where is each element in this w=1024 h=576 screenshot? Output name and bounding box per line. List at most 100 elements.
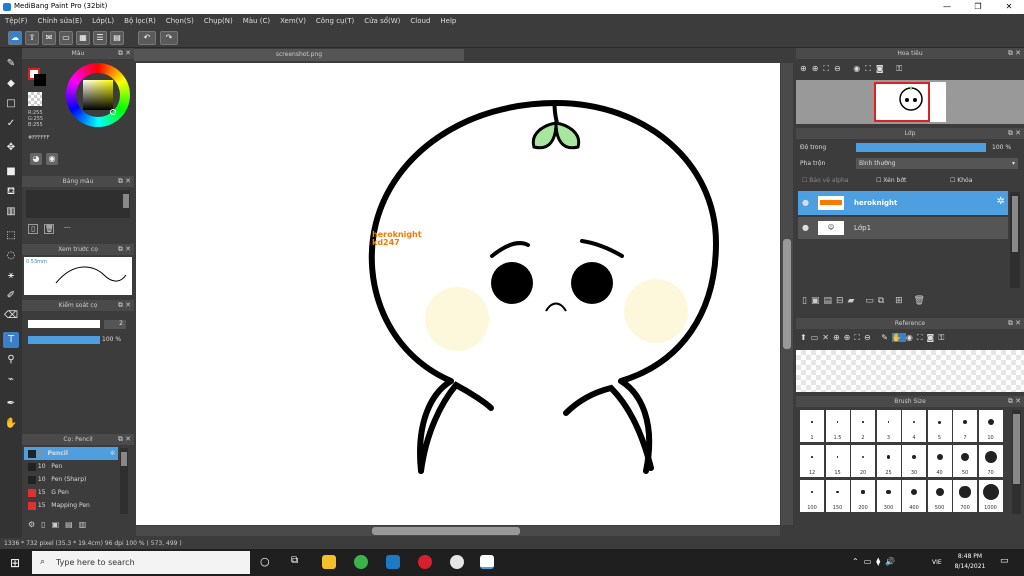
panel-icon[interactable]: ▤ — [110, 31, 124, 45]
brush-item[interactable]: 15 Mapping Pen — [24, 499, 118, 512]
menu-color[interactable]: Màu (C) — [238, 14, 275, 28]
layer-row[interactable]: ● heroknight ✲ — [798, 191, 1008, 215]
eyedropper-icon[interactable]: ⌁ — [3, 372, 19, 388]
brush-size-cell[interactable]: 1000 — [978, 480, 1003, 512]
brush-size-cell[interactable]: 4 — [902, 410, 926, 442]
delete-palette-icon[interactable]: 🗑 — [44, 224, 54, 234]
brush-size-scrollbar[interactable] — [1012, 410, 1021, 514]
cortana-icon[interactable]: ○ — [260, 555, 274, 569]
shape-fill-icon[interactable]: ■ — [3, 164, 19, 180]
navigator-view[interactable] — [796, 80, 1024, 124]
notification-icon[interactable]: ▭ — [1000, 556, 1009, 566]
brush-size-cell[interactable]: 700 — [953, 480, 977, 512]
move-tool-icon[interactable]: ✥ — [3, 140, 19, 156]
reference-tools[interactable]: ⬆▭✕⊕⊕⛶⊖ ✎✋◉⛶◙⚿ — [800, 333, 948, 343]
brush-size-cell[interactable]: 70 — [978, 445, 1003, 477]
brush-item[interactable]: 2 Pencil ✲ — [24, 447, 118, 460]
brush-size-cell[interactable]: 25 — [876, 445, 901, 477]
dropper-icon[interactable]: ✒ — [3, 396, 19, 412]
brush-item[interactable]: 10 Pen (Sharp) — [24, 473, 118, 486]
mail-icon[interactable] — [386, 555, 400, 569]
new-palette-icon[interactable]: ▯ — [28, 224, 38, 234]
drawing-canvas[interactable]: heroknight kd247 — [136, 63, 780, 525]
coccoc-icon[interactable] — [354, 555, 368, 569]
brush-size-cell[interactable]: 50 — [953, 445, 977, 477]
palette-scrollbar[interactable] — [122, 190, 130, 218]
undo-icon[interactable]: ↶ — [138, 31, 156, 45]
menu-window[interactable]: Cửa sổ(W) — [359, 14, 405, 28]
store-icon[interactable] — [322, 555, 336, 569]
list-icon[interactable]: ☰ — [93, 31, 107, 45]
layer-row[interactable]: ● ☺ Lớp1 — [798, 217, 1008, 239]
eye-icon[interactable]: ● — [802, 198, 809, 207]
grid-icon[interactable]: ▦ — [76, 31, 90, 45]
color-cursor[interactable] — [110, 109, 116, 115]
gear-icon[interactable]: ✲ — [110, 447, 115, 460]
gear-icon[interactable]: ✲ — [997, 196, 1005, 207]
protect-alpha-checkbox[interactable]: ☐ Bảo vệ alpha — [802, 177, 848, 184]
medibang-taskbar-icon[interactable] — [480, 555, 494, 569]
brush-size-cell[interactable]: 12 — [800, 445, 824, 477]
menu-edit[interactable]: Chỉnh sửa(E) — [33, 14, 88, 28]
bucket-icon[interactable]: ⛾ — [3, 184, 19, 200]
palette-swatches-area[interactable] — [26, 190, 122, 218]
panel-close-icon[interactable]: ⧉ ✕ — [118, 244, 131, 255]
brush-size-cell[interactable]: 2 — [851, 410, 875, 442]
brush-opacity-slider[interactable] — [28, 336, 100, 344]
windows-start-icon[interactable]: ⊞ — [10, 556, 20, 570]
color-wheel[interactable] — [66, 63, 130, 127]
panel-close-icon[interactable]: ⧉ ✕ — [1008, 48, 1021, 59]
select-pen-icon[interactable]: ✐ — [3, 288, 19, 304]
brush-size-cell[interactable]: 1.5 — [825, 410, 850, 442]
select-rect-icon[interactable]: ⬚ — [3, 228, 19, 244]
saturation-square[interactable] — [83, 80, 113, 110]
opera-icon[interactable] — [418, 555, 432, 569]
clock[interactable]: 8:48 PM 8/14/2021 — [950, 552, 990, 572]
lock-checkbox[interactable]: ☐ Khóa — [950, 177, 972, 184]
color-picker-icon[interactable]: ◉ — [46, 153, 58, 165]
panel-close-icon[interactable]: ⧉ ✕ — [118, 434, 131, 445]
brush-size-cell[interactable]: 200 — [851, 480, 875, 512]
layer-actions[interactable]: ▯▣▤⊟▰ ▭⧉ ⊞ 🗑 — [802, 296, 929, 306]
share-icon[interactable]: ⇪ — [25, 31, 39, 45]
transparent-color-swatch[interactable] — [28, 92, 42, 106]
system-tray-icons[interactable]: ⌃▭⧫🔊 — [852, 557, 900, 566]
menu-cloud[interactable]: Cloud — [405, 14, 435, 28]
brush-list-scrollbar[interactable] — [120, 448, 128, 514]
chat-icon[interactable]: ▭ — [59, 31, 73, 45]
background-color-swatch[interactable] — [34, 74, 46, 86]
hand-tool-icon[interactable]: ✋ — [3, 416, 19, 432]
text-tool-icon[interactable]: T — [3, 332, 19, 348]
cloud-icon[interactable]: ☁ — [8, 31, 22, 45]
gradient-icon[interactable]: ▥ — [3, 204, 19, 220]
brush-size-cell[interactable]: 400 — [902, 480, 926, 512]
layer-opacity-slider[interactable] — [856, 143, 986, 152]
brush-size-slider[interactable] — [28, 320, 100, 328]
brush-list-actions[interactable]: ⚙▯▣▤▥ — [28, 520, 92, 529]
operation-icon[interactable]: ⚲ — [3, 352, 19, 368]
eye-icon[interactable]: ● — [802, 223, 809, 232]
messenger-icon[interactable] — [450, 555, 464, 569]
panel-close-icon[interactable]: ⧉ ✕ — [118, 176, 131, 187]
canvas-horizontal-scrollbar[interactable] — [136, 526, 780, 536]
menu-view[interactable]: Xem(V) — [275, 14, 311, 28]
brush-size-value[interactable]: 2 — [104, 320, 126, 329]
minimize-button[interactable]: — — [932, 0, 962, 14]
panel-close-icon[interactable]: ⧉ ✕ — [1008, 318, 1021, 329]
brush-size-cell[interactable]: 30 — [902, 445, 926, 477]
palette-icon[interactable]: ◕ — [30, 153, 42, 165]
panel-close-icon[interactable]: ⧉ ✕ — [118, 300, 131, 311]
brush-size-cell[interactable]: 500 — [927, 480, 952, 512]
dot-tool-icon[interactable]: □ — [3, 96, 19, 112]
panel-close-icon[interactable]: ⧉ ✕ — [1008, 396, 1021, 407]
menu-capture[interactable]: Chụp(N) — [199, 14, 238, 28]
panel-close-icon[interactable]: ⧉ ✕ — [118, 48, 131, 59]
task-view-icon[interactable]: ⧉ — [291, 555, 305, 569]
redo-icon[interactable]: ↷ — [160, 31, 178, 45]
menu-help[interactable]: Help — [435, 14, 461, 28]
brush-item[interactable]: 10 Pen — [24, 460, 118, 473]
menu-layer[interactable]: Lớp(L) — [87, 14, 119, 28]
menu-tools[interactable]: Công cụ(T) — [311, 14, 359, 28]
navigator-tools[interactable]: ⊕⊕⛶⊖ ◉⛶◙ ⚿ — [800, 64, 907, 74]
clip-checkbox[interactable]: ☐ Xén bớt — [876, 177, 906, 184]
